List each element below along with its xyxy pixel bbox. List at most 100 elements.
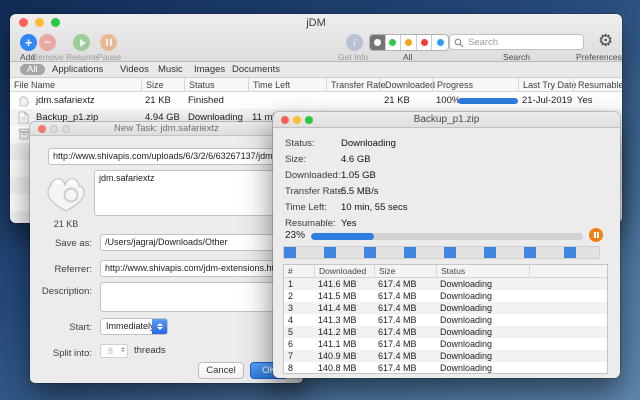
thread-status: Downloading <box>440 339 493 349</box>
pause-button[interactable] <box>100 34 117 51</box>
archive-file-icon <box>18 128 30 140</box>
column-header-progress[interactable]: Progress <box>432 78 473 92</box>
thread-number: 2 <box>288 291 294 301</box>
thread-row[interactable]: 3 141.4 MB 617.4 MB Downloading <box>284 302 607 314</box>
play-icon <box>79 38 86 47</box>
tab-images[interactable]: Images <box>194 64 225 75</box>
thread-status: Downloading <box>440 291 493 301</box>
thread-row[interactable]: 7 140.9 MB 617.4 MB Downloading <box>284 350 607 362</box>
column-header-resumable[interactable]: Resumable <box>573 78 624 92</box>
thread-downloaded: 141.4 MB <box>318 303 357 313</box>
tab-documents[interactable]: Documents <box>232 64 280 75</box>
segments-bar <box>283 246 600 259</box>
referrer-input[interactable]: http://www.shivapis.com/jdm-extensions.h… <box>100 260 288 277</box>
row-progress-bar <box>458 98 518 104</box>
thread-number: 8 <box>288 363 294 373</box>
remove-button[interactable]: − <box>39 34 56 51</box>
thread-status: Downloading <box>440 303 493 313</box>
column-header-file-name[interactable]: File Name <box>10 78 55 92</box>
resumable-value: Yes <box>341 218 357 229</box>
pause-label: Pause <box>97 52 122 62</box>
column-header-last-try-date[interactable]: Last Try Date <box>518 78 577 92</box>
column-header-transfer-rate[interactable]: Transfer Rate <box>326 78 386 92</box>
thread-row[interactable]: 8 140.8 MB 617.4 MB Downloading <box>284 362 607 374</box>
zip-file-icon <box>18 111 29 124</box>
column-header-number[interactable]: # <box>284 265 293 278</box>
thread-number: 1 <box>288 279 294 289</box>
split-into-label: Split into: <box>52 348 92 359</box>
tab-applications[interactable]: Applications <box>52 64 103 75</box>
stepper-icon <box>152 319 167 334</box>
thread-size: 617.4 MB <box>378 363 417 373</box>
save-as-input[interactable]: /Users/jagraj/Downloads/Other <box>100 234 288 251</box>
column-header-downloaded[interactable]: Downloaded <box>314 265 366 278</box>
thread-number: 6 <box>288 339 294 349</box>
pause-icon <box>105 39 108 46</box>
tab-all[interactable]: All <box>20 63 45 75</box>
referrer-label: Referrer: <box>54 264 92 275</box>
thread-row[interactable]: 1 141.6 MB 617.4 MB Downloading <box>284 278 607 290</box>
thread-row[interactable]: 5 141.2 MB 617.4 MB Downloading <box>284 326 607 338</box>
search-field[interactable] <box>449 34 584 50</box>
column-header-status[interactable]: Status <box>184 78 215 92</box>
task-name-input[interactable]: jdm.safariextz <box>94 170 286 216</box>
transfer-rate-label: Transfer Rate: <box>285 186 346 197</box>
column-header-time-left[interactable]: Time Left <box>248 78 290 92</box>
column-header-downloaded[interactable]: Downloaded <box>380 78 435 92</box>
column-header-status[interactable]: Status <box>436 265 465 278</box>
thread-row[interactable]: 4 141.3 MB 617.4 MB Downloading <box>284 314 607 326</box>
table-row[interactable]: jdm.safariextz 21 KB Finished 21 KB 100%… <box>10 92 622 109</box>
progress-percent: 23% <box>285 230 306 241</box>
save-as-label: Save as: <box>55 238 92 249</box>
thread-size: 617.4 MB <box>378 291 417 301</box>
thread-downloaded: 141.3 MB <box>318 315 357 325</box>
all-dot-icon <box>373 39 381 46</box>
thread-downloaded: 141.2 MB <box>318 327 357 337</box>
extension-file-icon <box>19 96 29 107</box>
thread-status: Downloading <box>440 315 493 325</box>
filter-orange-segment[interactable] <box>401 35 417 50</box>
filter-blue-segment[interactable] <box>432 35 448 50</box>
column-header-size[interactable]: Size <box>374 265 396 278</box>
size-label: Size: <box>285 154 307 165</box>
add-button[interactable]: + <box>20 34 37 51</box>
thread-row[interactable]: 2 141.5 MB 617.4 MB Downloading <box>284 290 607 302</box>
thread-row[interactable]: 6 141.1 MB 617.4 MB Downloading <box>284 338 607 350</box>
file-name-cell: jdm.safariextz <box>36 95 95 106</box>
blue-dot-icon <box>436 39 444 46</box>
progress-cell: 100% <box>436 95 461 106</box>
resume-label: Resume <box>66 52 98 62</box>
window-title: New Task: jdm.safariextz <box>114 123 219 134</box>
get-info-button[interactable]: i <box>346 34 363 51</box>
filter-red-segment[interactable] <box>417 35 433 50</box>
resumable-cell: Yes <box>577 95 593 106</box>
start-label: Start: <box>69 322 92 333</box>
filter-green-segment[interactable] <box>386 35 402 50</box>
column-header-size[interactable]: Size <box>141 78 164 92</box>
tab-videos[interactable]: Videos <box>120 64 149 75</box>
gear-icon[interactable]: ⚙ <box>598 31 613 51</box>
threads-suffix: threads <box>134 345 166 356</box>
downloaded-cell: 21 KB <box>384 95 410 106</box>
task-file-size: 21 KB <box>53 219 79 229</box>
search-input[interactable] <box>468 35 580 49</box>
thread-number: 4 <box>288 315 294 325</box>
main-titlebar: jDM + Add − Remove Resume Pause i Get In… <box>10 14 622 62</box>
tab-music[interactable]: Music <box>158 64 183 75</box>
downloaded-label: Downloaded: <box>285 170 341 181</box>
last-try-cell: 21-Jul-2019 <box>522 95 573 106</box>
resume-button[interactable] <box>73 34 90 51</box>
description-input[interactable] <box>100 282 288 312</box>
table-header: File Name Size Status Time Left Transfer… <box>10 78 624 92</box>
split-stepper[interactable]: 8 <box>100 344 128 358</box>
filter-all-segment[interactable] <box>370 35 386 50</box>
cancel-button[interactable]: Cancel <box>198 362 244 379</box>
thread-downloaded: 141.1 MB <box>318 339 357 349</box>
status-cell: Finished <box>188 95 224 106</box>
thread-downloaded: 141.6 MB <box>318 279 357 289</box>
start-popup[interactable]: Immediately <box>100 318 168 335</box>
new-task-titlebar: New Task: jdm.safariextz <box>30 122 303 136</box>
task-url-input[interactable]: http://www.shivapis.com/uploads/6/3/2/6/… <box>48 148 288 165</box>
pause-download-button[interactable] <box>589 228 603 242</box>
thread-size: 617.4 MB <box>378 279 417 289</box>
